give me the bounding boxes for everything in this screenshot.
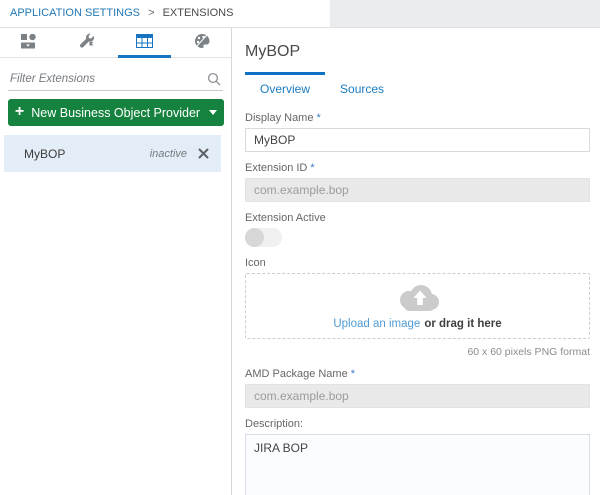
display-name-label: Display Name * xyxy=(245,112,321,124)
extension-id-field xyxy=(245,178,590,202)
table-icon xyxy=(135,34,153,51)
required-marker: * xyxy=(310,162,315,174)
tab-components[interactable] xyxy=(0,28,58,57)
new-business-object-provider-button[interactable]: + New Business Object Provider xyxy=(8,99,224,126)
wrench-icon xyxy=(79,33,95,52)
breadcrumb: APPLICATION SETTINGS > EXTENSIONS xyxy=(0,0,600,27)
components-icon xyxy=(20,33,37,52)
icon-format-hint: 60 x 60 pixels PNG format xyxy=(467,346,590,358)
amd-package-name-label: AMD Package Name * xyxy=(245,368,355,380)
required-marker: * xyxy=(316,112,321,124)
detail-tabs: Overview Sources xyxy=(245,72,590,102)
plus-icon: + xyxy=(14,102,25,120)
extension-list-item-mybop[interactable]: MyBOP inactive xyxy=(4,135,221,172)
settings-sidebar: + New Business Object Provider MyBOP ina… xyxy=(0,28,232,495)
search-icon xyxy=(207,72,221,89)
main-area: + New Business Object Provider MyBOP ina… xyxy=(0,28,600,495)
breadcrumb-current-extensions: EXTENSIONS xyxy=(162,7,234,19)
tab-sources[interactable]: Sources xyxy=(325,72,399,102)
drag-here-text: or drag it here xyxy=(424,317,502,330)
tab-extensions[interactable] xyxy=(116,28,174,58)
extension-active-label: Extension Active xyxy=(245,212,326,224)
close-icon[interactable] xyxy=(196,146,211,161)
upload-image-link[interactable]: Upload an image xyxy=(333,318,420,330)
extension-name: MyBOP xyxy=(24,146,66,161)
top-bar: APPLICATION SETTINGS > EXTENSIONS xyxy=(0,0,600,28)
breadcrumb-separator: > xyxy=(148,7,155,19)
required-marker: * xyxy=(350,368,355,380)
palette-icon xyxy=(194,33,210,52)
tab-tools[interactable] xyxy=(58,28,116,57)
extension-id-label: Extension ID * xyxy=(245,162,315,174)
breadcrumb-link-application-settings[interactable]: APPLICATION SETTINGS xyxy=(10,7,140,19)
display-name-field[interactable] xyxy=(245,128,590,152)
icon-upload-dropzone[interactable]: Upload an image or drag it here xyxy=(245,273,590,339)
new-button-label: New Business Object Provider xyxy=(31,105,201,120)
filter-extensions-input[interactable] xyxy=(8,70,223,91)
chevron-down-icon xyxy=(209,110,218,115)
tab-theme[interactable] xyxy=(173,28,231,57)
amd-package-name-field xyxy=(245,384,590,408)
sidebar-icon-tabs xyxy=(0,28,231,58)
cloud-upload-icon xyxy=(395,283,441,316)
tab-overview[interactable]: Overview xyxy=(245,72,326,102)
icon-label: Icon xyxy=(245,257,266,269)
description-field[interactable]: JIRA BOP xyxy=(245,434,590,495)
description-label: Description: xyxy=(245,418,304,430)
extension-detail-panel: MyBOP Overview Sources Display Name* Ext… xyxy=(232,28,600,495)
toggle-knob xyxy=(245,228,264,247)
filter-row xyxy=(8,70,223,91)
upload-instruction: Upload an image or drag it here xyxy=(333,318,501,330)
page-title: MyBOP xyxy=(245,43,301,60)
extension-active-toggle[interactable] xyxy=(245,228,282,247)
extension-status-badge: inactive xyxy=(149,147,187,160)
